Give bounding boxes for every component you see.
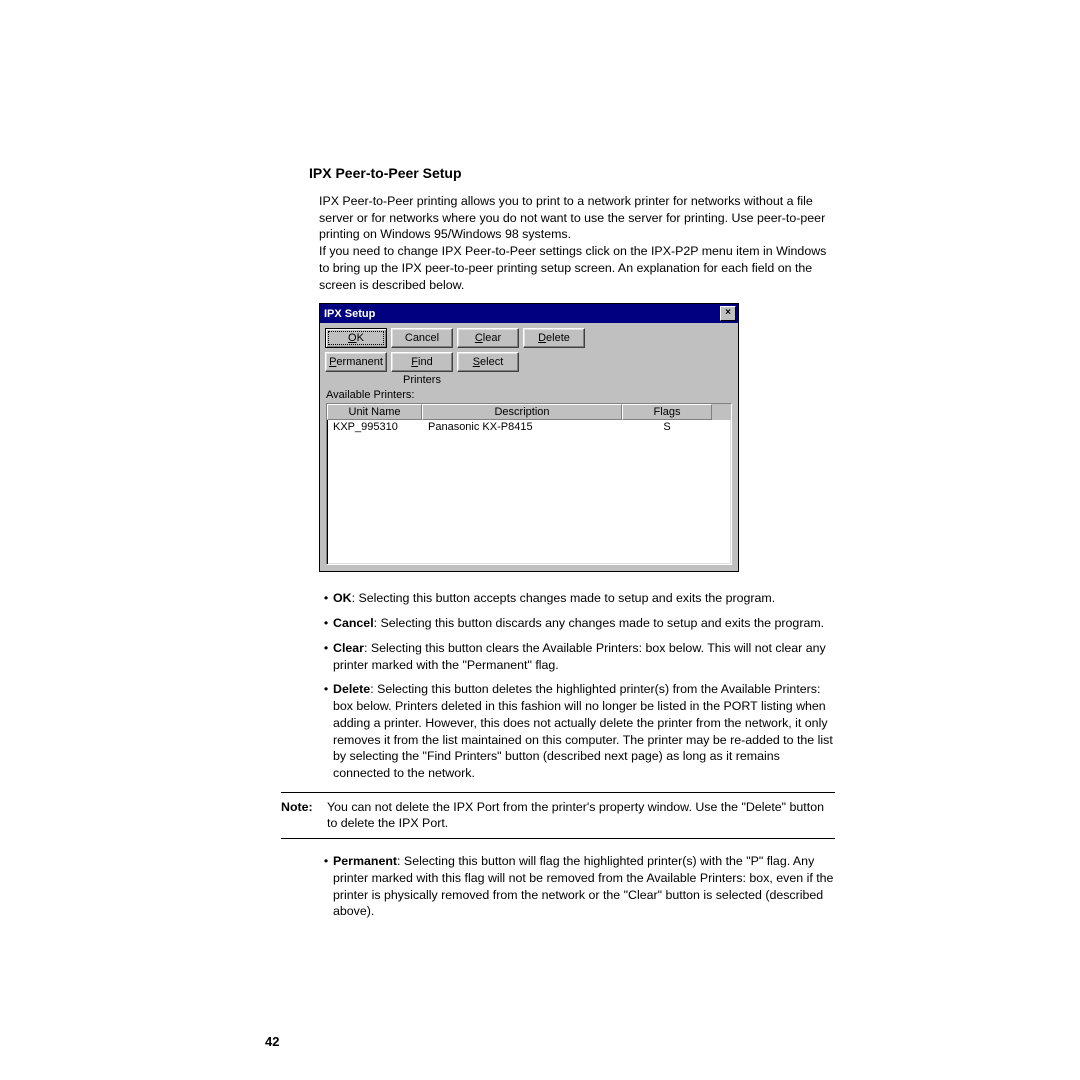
cancel-label: Cancel	[333, 616, 374, 630]
ipx-setup-dialog: IPX Setup × OK Cancel Clear Delete Perma…	[319, 303, 739, 572]
col-description[interactable]: Description	[422, 404, 622, 420]
bullet-icon: •	[319, 590, 333, 607]
find-printers-button[interactable]: Find Printers	[391, 352, 453, 372]
cancel-text: : Selecting this button discards any cha…	[374, 616, 824, 630]
permanent-button[interactable]: Permanent	[325, 352, 387, 372]
delete-button[interactable]: Delete	[523, 328, 585, 348]
button-row-1: OK Cancel Clear Delete	[325, 328, 733, 348]
available-printers-label: Available Printers:	[320, 375, 738, 403]
para1: IPX Peer-to-Peer printing allows you to …	[319, 194, 825, 241]
dialog-titlebar: IPX Setup ×	[320, 304, 738, 323]
note-text: You can not delete the IPX Port from the…	[327, 799, 835, 832]
cell-desc: Panasonic KX-P8415	[422, 420, 622, 434]
permanent-text: : Selecting this button will flag the hi…	[333, 854, 833, 918]
printers-listview[interactable]: Unit Name Description Flags KXP_995310 P…	[326, 403, 732, 565]
section-title: IPX Peer-to-Peer Setup	[309, 165, 835, 181]
bullet-icon: •	[319, 615, 333, 632]
col-flags[interactable]: Flags	[622, 404, 712, 420]
delete-text: : Selecting this button deletes the high…	[333, 682, 833, 780]
bullet-permanent: • Permanent: Selecting this button will …	[319, 853, 835, 920]
button-row-2: Permanent Find Printers Select	[325, 352, 733, 372]
listview-header: Unit Name Description Flags	[327, 404, 731, 420]
cell-flags: S	[622, 420, 712, 434]
col-unit-name[interactable]: Unit Name	[327, 404, 422, 420]
bullet-ok: • OK: Selecting this button accepts chan…	[319, 590, 835, 607]
page-number: 42	[265, 1034, 279, 1049]
intro-paragraphs: IPX Peer-to-Peer printing allows you to …	[319, 193, 835, 293]
bullet-icon: •	[319, 681, 333, 781]
bullet-clear: • Clear: Selecting this button clears th…	[319, 640, 835, 673]
page-content: IPX Peer-to-Peer Setup IPX Peer-to-Peer …	[265, 165, 835, 928]
note-label: Note:	[281, 799, 327, 832]
cell-unit: KXP_995310	[327, 420, 422, 434]
dialog-button-area: OK Cancel Clear Delete Permanent Find Pr…	[320, 323, 738, 375]
bullet-icon: •	[319, 853, 333, 920]
note-block: Note: You can not delete the IPX Port fr…	[281, 792, 835, 839]
delete-label: Delete	[333, 682, 370, 696]
clear-button[interactable]: Clear	[457, 328, 519, 348]
close-icon[interactable]: ×	[720, 306, 736, 321]
para2: If you need to change IPX Peer-to-Peer s…	[319, 244, 826, 291]
select-button[interactable]: Select	[457, 352, 519, 372]
bullet-delete: • Delete: Selecting this button deletes …	[319, 681, 835, 781]
bullet-list-top: • OK: Selecting this button accepts chan…	[319, 590, 835, 781]
bullet-icon: •	[319, 640, 333, 673]
clear-text: : Selecting this button clears the Avail…	[333, 641, 826, 672]
ok-button[interactable]: OK	[325, 328, 387, 348]
list-item[interactable]: KXP_995310 Panasonic KX-P8415 S	[327, 420, 731, 434]
ok-text: : Selecting this button accepts changes …	[352, 591, 776, 605]
bullet-cancel: • Cancel: Selecting this button discards…	[319, 615, 835, 632]
cancel-button[interactable]: Cancel	[391, 328, 453, 348]
bullet-list-bottom: • Permanent: Selecting this button will …	[319, 853, 835, 920]
permanent-label: Permanent	[333, 854, 397, 868]
dialog-title: IPX Setup	[324, 308, 375, 320]
clear-label: Clear	[333, 641, 364, 655]
ok-label: OK	[333, 591, 352, 605]
